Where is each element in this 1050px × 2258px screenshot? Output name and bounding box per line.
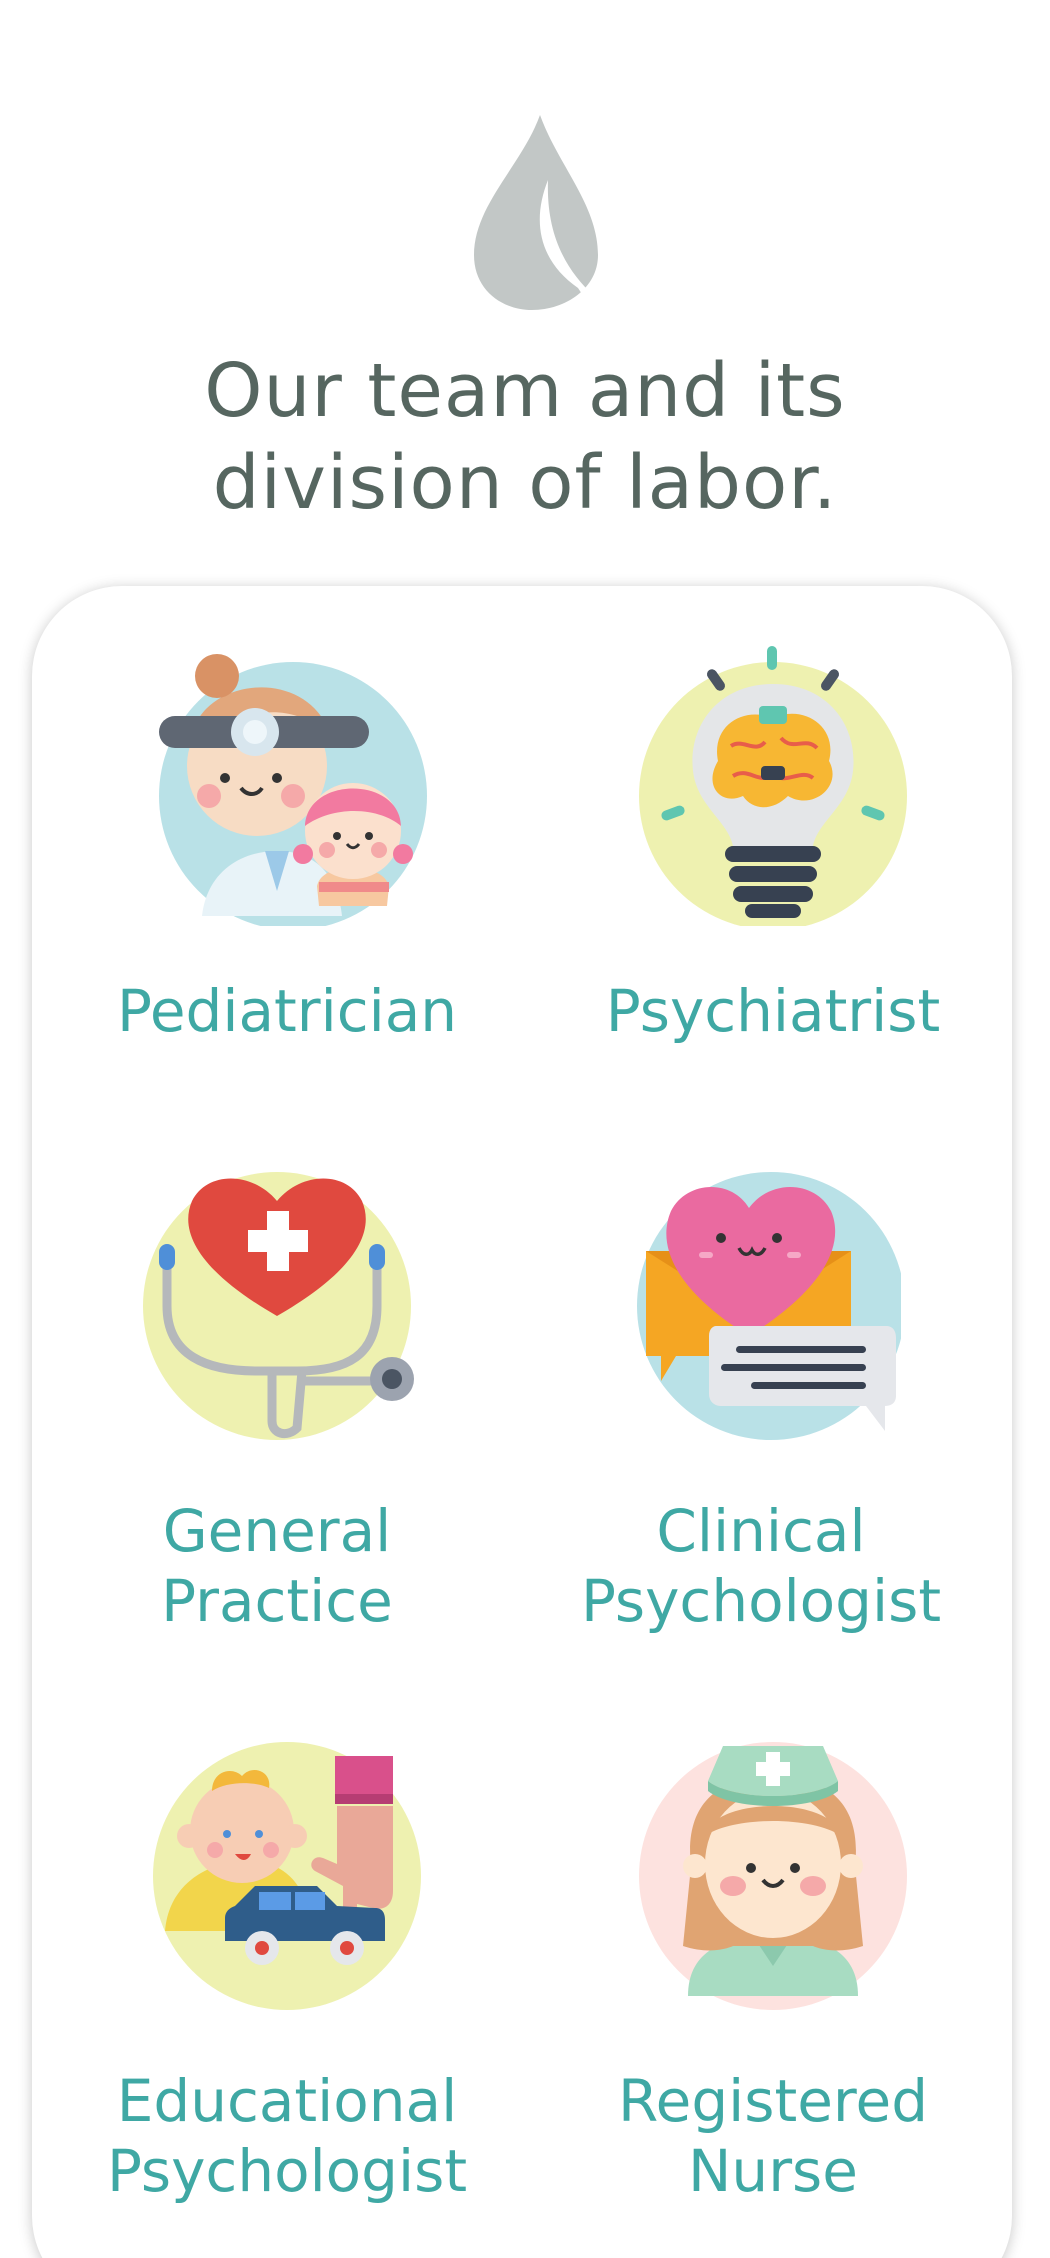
label-line-1: Pediatrician bbox=[116, 977, 458, 1045]
label-line-1: Registered bbox=[617, 2067, 929, 2135]
page: Our team and its division of labor. Pedi… bbox=[0, 0, 1050, 2258]
team-item-registered-nurse[interactable]: Registered Nurse bbox=[528, 1736, 1018, 2206]
page-title-line-1: Our team and its bbox=[204, 348, 846, 434]
label-line-2: Psychologist bbox=[580, 1567, 942, 1635]
team-card: Pediatrician Psychiatrist General Practi… bbox=[32, 586, 1012, 2258]
team-item-label: Educational Psychologist bbox=[42, 2066, 532, 2206]
team-item-pediatrician[interactable]: Pediatrician bbox=[42, 646, 532, 1046]
label-line-2: Psychologist bbox=[106, 2137, 468, 2205]
team-item-label: Registered Nurse bbox=[528, 2066, 1018, 2206]
label-line-1: Clinical bbox=[656, 1497, 866, 1565]
team-item-educational-psychologist[interactable]: Educational Psychologist bbox=[42, 1736, 532, 2206]
team-item-label: General Practice bbox=[32, 1496, 522, 1636]
team-item-general-practice[interactable]: General Practice bbox=[32, 1166, 522, 1636]
leaf-drop-icon bbox=[474, 115, 598, 310]
team-item-label: Psychiatrist bbox=[528, 976, 1018, 1046]
team-item-label: Clinical Psychologist bbox=[516, 1496, 1006, 1636]
heart-stethoscope-icon bbox=[143, 1172, 414, 1440]
baby-toy-car-icon bbox=[153, 1742, 421, 2010]
nurse-icon bbox=[639, 1742, 907, 2010]
page-title: Our team and its division of labor. bbox=[0, 345, 1050, 529]
team-item-label: Pediatrician bbox=[42, 976, 532, 1046]
label-line-1: Psychiatrist bbox=[605, 977, 941, 1045]
label-line-2: Practice bbox=[161, 1567, 393, 1635]
label-line-1: Educational bbox=[116, 2067, 458, 2135]
team-item-psychiatrist[interactable]: Psychiatrist bbox=[528, 646, 1018, 1046]
brain-lightbulb-icon bbox=[639, 646, 907, 926]
pediatrician-icon bbox=[159, 654, 427, 926]
page-title-line-2: division of labor. bbox=[212, 440, 838, 526]
label-line-2: Nurse bbox=[688, 2137, 858, 2205]
heart-message-icon bbox=[637, 1172, 901, 1440]
label-line-1: General bbox=[162, 1497, 392, 1565]
team-item-clinical-psychologist[interactable]: Clinical Psychologist bbox=[516, 1166, 1006, 1636]
